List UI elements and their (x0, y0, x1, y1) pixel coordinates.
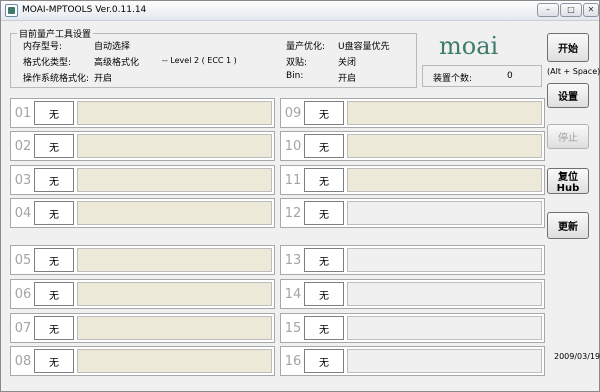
start-hint: (Alt + Space) (547, 67, 600, 76)
port-number: 05 (14, 253, 32, 268)
port-status-button[interactable]: 无 (34, 134, 74, 158)
port-number: 12 (284, 206, 302, 221)
port-number: 13 (284, 253, 302, 268)
optimize-label: 量产优化: (286, 42, 326, 52)
port-number: 07 (14, 321, 32, 336)
title-bar: MOAI-MPTOOLS Ver.0.11.14 – □ ✕ (1, 1, 599, 21)
port-progress-bar (347, 316, 542, 340)
port-slot: 12 无 (280, 198, 545, 228)
port-progress-bar (77, 201, 272, 225)
port-slot: 06 无 (10, 279, 275, 309)
dual-label: 双贴: (286, 58, 308, 68)
app-icon (5, 4, 18, 17)
port-slot: 03 无 (10, 165, 275, 195)
port-slot: 15 无 (280, 313, 545, 343)
port-slot: 05 无 (10, 245, 275, 275)
port-status-button[interactable]: 无 (34, 168, 74, 192)
format-type-label: 格式化类型: (23, 58, 72, 68)
port-number: 16 (284, 354, 302, 369)
port-progress-bar (347, 349, 542, 373)
logo-text: moai (439, 32, 499, 60)
maximize-button[interactable]: □ (560, 3, 582, 17)
port-progress-bar (347, 168, 542, 192)
memory-type-value: 自动选择 (94, 42, 131, 52)
port-status-button[interactable]: 无 (304, 316, 344, 340)
port-progress-bar (347, 282, 542, 306)
port-progress-bar (347, 101, 542, 125)
port-number: 08 (14, 354, 32, 369)
port-number: 10 (284, 139, 302, 154)
port-progress-bar (77, 101, 272, 125)
minimize-button[interactable]: – (537, 3, 559, 17)
moai-logo: moai (437, 31, 533, 61)
port-progress-bar (77, 316, 272, 340)
close-button[interactable]: ✕ (583, 3, 599, 17)
port-progress-bar (347, 248, 542, 272)
level-value: -- Level 2 ( ECC 1 ) (162, 56, 237, 65)
port-status-button[interactable]: 无 (304, 134, 344, 158)
port-slot: 16 无 (280, 346, 545, 376)
port-status-button[interactable]: 无 (304, 168, 344, 192)
port-status-button[interactable]: 无 (304, 282, 344, 306)
port-slot: 01 无 (10, 98, 275, 128)
window-title: MOAI-MPTOOLS Ver.0.11.14 (22, 5, 147, 15)
port-status-button[interactable]: 无 (304, 248, 344, 272)
port-progress-bar (347, 134, 542, 158)
bin-label: Bin: (286, 71, 304, 81)
port-slot: 14 无 (280, 279, 545, 309)
port-status-button[interactable]: 无 (34, 101, 74, 125)
build-date: 2009/03/19 (554, 352, 600, 361)
port-slot: 04 无 (10, 198, 275, 228)
device-count-box: 装置个数: 0 (422, 65, 542, 87)
settings-button[interactable]: 设置 (547, 83, 589, 108)
port-progress-bar (77, 134, 272, 158)
port-slot: 02 无 (10, 131, 275, 161)
port-number: 06 (14, 287, 32, 302)
port-progress-bar (77, 349, 272, 373)
port-slot: 13 无 (280, 245, 545, 275)
port-progress-bar (77, 248, 272, 272)
optimize-value: U盘容量优先 (338, 42, 390, 52)
port-number: 01 (14, 106, 32, 121)
port-slot: 10 无 (280, 131, 545, 161)
port-progress-bar (347, 201, 542, 225)
port-slot: 08 无 (10, 346, 275, 376)
port-progress-bar (77, 282, 272, 306)
settings-group: 目前量产工具设置 内存型号: 自动选择 格式化类型: 高级格式化 -- Leve… (10, 27, 417, 88)
port-number: 14 (284, 287, 302, 302)
port-progress-bar (77, 168, 272, 192)
port-number: 15 (284, 321, 302, 336)
port-status-button[interactable]: 无 (34, 248, 74, 272)
port-number: 04 (14, 206, 32, 221)
stop-button[interactable]: 停止 (547, 124, 589, 149)
port-number: 03 (14, 173, 32, 188)
port-slot: 09 无 (280, 98, 545, 128)
port-status-button[interactable]: 无 (304, 349, 344, 373)
port-number: 09 (284, 106, 302, 121)
port-status-button[interactable]: 无 (304, 201, 344, 225)
format-type-value: 高级格式化 (94, 58, 140, 68)
port-slot: 11 无 (280, 165, 545, 195)
port-status-button[interactable]: 无 (304, 101, 344, 125)
port-number: 11 (284, 173, 302, 188)
app-window: MOAI-MPTOOLS Ver.0.11.14 – □ ✕ 目前量产工具设置 … (0, 0, 600, 392)
port-status-button[interactable]: 无 (34, 282, 74, 306)
port-status-button[interactable]: 无 (34, 349, 74, 373)
memory-type-label: 内存型号: (23, 42, 63, 52)
bin-value: 开启 (338, 74, 357, 84)
update-button[interactable]: 更新 (547, 212, 589, 239)
start-button[interactable]: 开始 (547, 33, 589, 62)
port-status-button[interactable]: 无 (34, 316, 74, 340)
dual-value: 关闭 (338, 58, 357, 68)
port-status-button[interactable]: 无 (34, 201, 74, 225)
os-format-label: 操作系统格式化: (23, 74, 90, 84)
device-count-value: 0 (507, 71, 513, 81)
device-count-label: 装置个数: (433, 74, 473, 84)
reset-hub-button[interactable]: 复位Hub (547, 168, 589, 194)
port-number: 02 (14, 139, 32, 154)
os-format-value: 开启 (94, 74, 113, 84)
port-slot: 07 无 (10, 313, 275, 343)
